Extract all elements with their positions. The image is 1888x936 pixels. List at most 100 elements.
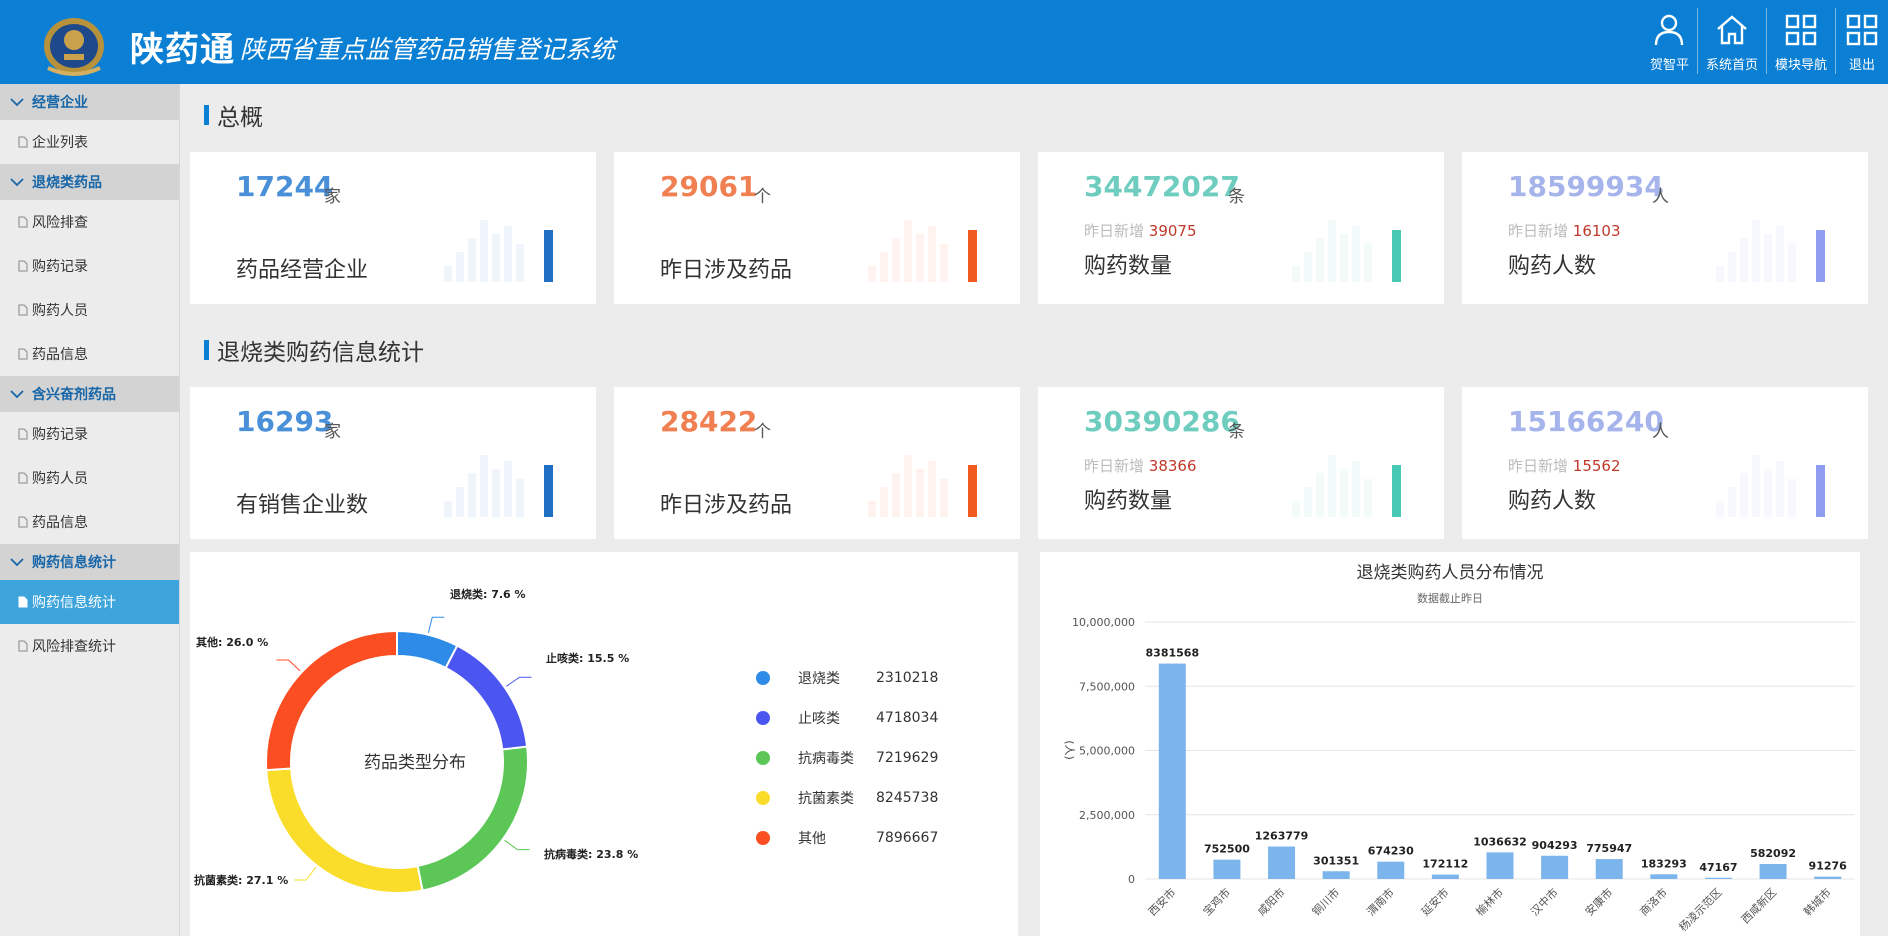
mini-bar bbox=[1304, 487, 1312, 517]
document-icon bbox=[18, 304, 28, 316]
mini-bar bbox=[928, 226, 936, 282]
sidebar: 经营企业 企业列表 退烧类药品 风险排查 购药记录 购药人员 药品信息 含兴奋剂… bbox=[0, 84, 180, 936]
pie-percent-label: 退烧类: 7.6 % bbox=[450, 587, 526, 601]
stat-sub-label: 昨日新增 bbox=[1508, 457, 1569, 475]
mini-bar bbox=[1788, 479, 1796, 517]
stat-unit: 个 bbox=[754, 422, 771, 442]
home-icon bbox=[1717, 15, 1747, 45]
legend-item[interactable]: 退烧类 2310218 bbox=[756, 668, 938, 688]
bar[interactable] bbox=[1541, 855, 1569, 879]
legend-label: 抗菌素类 bbox=[798, 791, 854, 807]
stat-card-purchase-count: 30390286 条 昨日新增 38366 购药数量 bbox=[1038, 387, 1444, 539]
legend-item[interactable]: 止咳类 4718034 bbox=[756, 708, 938, 728]
sidebar-item-purchase-records[interactable]: 购药记录 bbox=[0, 244, 179, 288]
pie-percent-label: 其他: 26.0 % bbox=[196, 635, 268, 649]
stat-sub: 昨日新增 39075 bbox=[1084, 220, 1197, 241]
mini-bar bbox=[868, 266, 876, 282]
stat-value: 28422 bbox=[660, 405, 758, 438]
module-nav-button[interactable]: 模块导航 bbox=[1765, 8, 1835, 74]
mini-bar bbox=[1740, 473, 1748, 517]
mini-bar-highlight bbox=[968, 465, 977, 517]
legend-item[interactable]: 抗菌素类 8245738 bbox=[756, 788, 938, 808]
legend-label: 退烧类 bbox=[798, 671, 840, 687]
sidebar-item-purchase-stats[interactable]: 购药信息统计 bbox=[0, 580, 179, 624]
mini-bar bbox=[1788, 244, 1796, 282]
y-tick-label: 0 bbox=[1128, 873, 1135, 886]
stat-value: 15166240 bbox=[1508, 405, 1664, 438]
bar-value-label: 674230 bbox=[1368, 845, 1414, 858]
home-button[interactable]: 系统首页 bbox=[1696, 8, 1766, 74]
bar[interactable] bbox=[1431, 874, 1459, 879]
bar[interactable] bbox=[1158, 663, 1186, 879]
mini-bar bbox=[940, 244, 948, 282]
sidebar-item-risk-check[interactable]: 风险排查 bbox=[0, 200, 179, 244]
mini-bar bbox=[904, 220, 912, 282]
bar[interactable] bbox=[1213, 859, 1241, 879]
x-tick-label: 汉中市 bbox=[1528, 885, 1561, 918]
sidebar-item-risk-stats[interactable]: 风险排查统计 bbox=[0, 624, 179, 668]
logout-button[interactable]: 退出 bbox=[1835, 8, 1888, 74]
y-tick-label: 5,000,000 bbox=[1079, 745, 1135, 758]
bar[interactable] bbox=[1486, 852, 1514, 879]
sidebar-item-drug-info[interactable]: 药品信息 bbox=[0, 332, 179, 376]
user-button[interactable]: 贺智平 bbox=[1642, 8, 1697, 74]
sidebar-item-purchasers[interactable]: 购药人员 bbox=[0, 456, 179, 500]
section-marker bbox=[204, 340, 209, 360]
bar-value-label: 183293 bbox=[1641, 857, 1687, 870]
y-tick-label: 2,500,000 bbox=[1079, 809, 1135, 822]
sidebar-group-stimulant-drugs[interactable]: 含兴奋剂药品 bbox=[0, 376, 179, 412]
stat-unit: 人 bbox=[1652, 422, 1669, 442]
mini-bar-chart-icon bbox=[1292, 220, 1401, 282]
bar[interactable] bbox=[1814, 876, 1842, 879]
bar[interactable] bbox=[1595, 859, 1623, 879]
stat-sub-label: 昨日新增 bbox=[1084, 457, 1145, 475]
mini-bar bbox=[1328, 455, 1336, 517]
sidebar-item-drug-info[interactable]: 药品信息 bbox=[0, 500, 179, 544]
mini-bar bbox=[1776, 226, 1784, 282]
sidebar-item-label: 风险排查统计 bbox=[32, 639, 116, 655]
pie-slice[interactable] bbox=[265, 629, 398, 772]
bar[interactable] bbox=[1759, 864, 1787, 879]
bar-value-label: 91276 bbox=[1809, 860, 1848, 873]
bar[interactable] bbox=[1704, 877, 1732, 879]
bar[interactable] bbox=[1268, 846, 1296, 879]
pie-slice[interactable] bbox=[265, 767, 424, 894]
x-tick-label: 商洛市 bbox=[1637, 885, 1670, 918]
sidebar-group-fever-drugs[interactable]: 退烧类药品 bbox=[0, 164, 179, 200]
legend-dot bbox=[756, 711, 770, 725]
mini-bar bbox=[1728, 252, 1736, 282]
x-tick-label: 榆林市 bbox=[1473, 885, 1506, 918]
bar-value-label: 752500 bbox=[1204, 843, 1250, 856]
logout-label: 退出 bbox=[1848, 58, 1875, 73]
x-tick-label: 咸阳市 bbox=[1254, 885, 1287, 918]
sidebar-item-enterprise-list[interactable]: 企业列表 bbox=[0, 120, 179, 164]
legend-item[interactable]: 抗病毒类 7219629 bbox=[756, 748, 938, 768]
sidebar-item-label: 风险排查 bbox=[32, 215, 88, 231]
bar[interactable] bbox=[1377, 861, 1405, 879]
pie-slice[interactable] bbox=[444, 644, 529, 751]
sidebar-group-enterprise[interactable]: 经营企业 bbox=[0, 84, 179, 120]
police-emblem-logo bbox=[44, 18, 104, 76]
legend-label: 止咳类 bbox=[798, 711, 840, 727]
x-tick-label: 西安市 bbox=[1145, 885, 1178, 918]
mini-bar-chart-icon bbox=[868, 455, 977, 517]
bar[interactable] bbox=[1322, 871, 1350, 879]
legend-dot bbox=[756, 751, 770, 765]
sidebar-item-purchase-records[interactable]: 购药记录 bbox=[0, 412, 179, 456]
document-icon bbox=[18, 260, 28, 272]
legend-label: 抗病毒类 bbox=[798, 751, 854, 767]
x-tick-label: 韩城市 bbox=[1801, 885, 1834, 918]
stat-sub-value: 16103 bbox=[1572, 222, 1621, 240]
mini-bar bbox=[1752, 455, 1760, 517]
pie-label-leader bbox=[427, 616, 445, 633]
sidebar-item-purchasers[interactable]: 购药人员 bbox=[0, 288, 179, 332]
document-icon bbox=[18, 472, 28, 484]
stat-sub-label: 昨日新增 bbox=[1084, 222, 1145, 240]
legend-item[interactable]: 其他 7896667 bbox=[756, 828, 938, 848]
sidebar-group-purchase-stats[interactable]: 购药信息统计 bbox=[0, 544, 179, 580]
chevron-down-icon bbox=[10, 178, 24, 187]
pie-label-leader bbox=[504, 839, 530, 851]
bar[interactable] bbox=[1650, 874, 1678, 879]
stat-sub-value: 15562 bbox=[1572, 457, 1621, 475]
sidebar-item-label: 购药记录 bbox=[32, 427, 88, 443]
